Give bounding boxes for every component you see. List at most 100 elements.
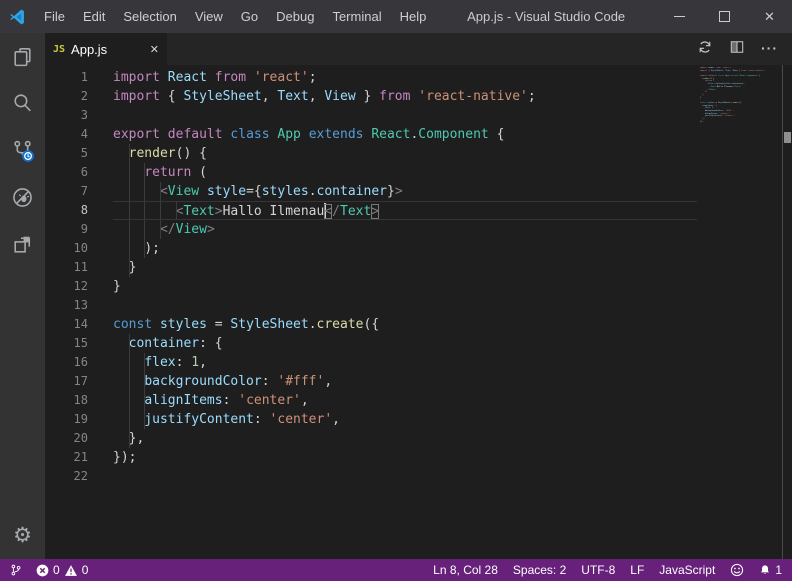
indent-guide (160, 220, 161, 239)
code-line[interactable]: }); (113, 448, 697, 467)
editor-actions: ··· (697, 33, 792, 65)
window-minimize-button[interactable] (657, 0, 702, 33)
status-cursor-position[interactable]: Ln 8, Col 28 (433, 563, 498, 577)
warning-icon (64, 564, 78, 577)
code-line[interactable]: flex: 1, (113, 353, 697, 372)
code-line[interactable]: <View style={styles.container}> (113, 182, 697, 201)
statusbar-right: Ln 8, Col 28 Spaces: 2 UTF-8 LF JavaScript 1 (433, 563, 782, 577)
indent-guide (129, 182, 130, 201)
status-notifications[interactable]: 1 (759, 563, 782, 577)
indent-guide (144, 220, 145, 239)
status-errors[interactable]: 0 (36, 563, 60, 577)
status-git-branch[interactable] (10, 563, 22, 577)
menubar: FileEditSelectionViewGoDebugTerminalHelp (35, 0, 435, 33)
menu-item-file[interactable]: File (35, 0, 74, 33)
code-line[interactable] (113, 106, 697, 125)
minimap[interactable]: import React from 'react';import { Style… (700, 67, 783, 126)
code-line[interactable]: <Text>Hallo Ilmenau</Text> (113, 201, 697, 220)
code-line[interactable]: return ( (113, 163, 697, 182)
code-line[interactable]: const styles = StyleSheet.create({ (113, 315, 697, 334)
status-encoding[interactable]: UTF-8 (581, 563, 615, 577)
indent-guide (144, 410, 145, 429)
line-number: 16 (45, 353, 113, 372)
vscode-logo-icon (8, 8, 26, 26)
line-number: 17 (45, 372, 113, 391)
overview-cursor-marker (784, 132, 791, 143)
line-number: 6 (45, 163, 113, 182)
tab-appjs[interactable]: JS App.js ✕ (45, 33, 167, 65)
code-line[interactable]: ); (113, 239, 697, 258)
window-title: App.js - Visual Studio Code (435, 9, 657, 24)
line-number: 4 (45, 125, 113, 144)
menu-item-edit[interactable]: Edit (74, 0, 114, 33)
indent-guide (129, 391, 130, 410)
code-line[interactable]: import React from 'react'; (113, 68, 697, 87)
indent-guide (129, 220, 130, 239)
activitybar-explorer-icon[interactable] (0, 33, 45, 80)
window-controls: ✕ (657, 0, 792, 33)
menu-item-view[interactable]: View (186, 0, 232, 33)
code-line[interactable]: }, (113, 429, 697, 448)
line-number: 12 (45, 277, 113, 296)
activitybar-debug-icon[interactable] (0, 174, 45, 221)
code-line[interactable]: container: { (113, 334, 697, 353)
menu-item-debug[interactable]: Debug (267, 0, 323, 33)
editor: 1import React from 'react';2import { Sty… (45, 65, 792, 559)
indent-guide (144, 239, 145, 258)
menu-item-selection[interactable]: Selection (114, 0, 185, 33)
tabbar: JS App.js ✕ ··· (45, 33, 792, 65)
status-warnings[interactable]: 0 (64, 563, 89, 577)
menu-item-terminal[interactable]: Terminal (323, 0, 390, 33)
code-line[interactable]: justifyContent: 'center', (113, 410, 697, 429)
split-editor-icon[interactable] (729, 40, 745, 59)
status-indentation[interactable]: Spaces: 2 (513, 563, 566, 577)
code-line[interactable]: backgroundColor: '#fff', (113, 372, 697, 391)
indent-guide (129, 410, 130, 429)
code-line[interactable]: } (113, 277, 697, 296)
status-language-mode[interactable]: JavaScript (659, 563, 715, 577)
line-number: 13 (45, 296, 113, 315)
activitybar-search-icon[interactable] (0, 80, 45, 127)
tab-label: App.js (71, 42, 107, 57)
line-number: 18 (45, 391, 113, 410)
activitybar-extensions-icon[interactable] (0, 221, 45, 268)
line-number: 21 (45, 448, 113, 467)
indent-guide (129, 372, 130, 391)
status-feedback-smiley[interactable] (730, 563, 744, 577)
window-maximize-button[interactable] (702, 0, 747, 33)
branch-icon (10, 563, 22, 577)
tab-close-icon[interactable]: ✕ (150, 43, 159, 56)
line-number: 19 (45, 410, 113, 429)
code-line[interactable] (113, 296, 697, 315)
code-line[interactable]: export default class App extends React.C… (113, 125, 697, 144)
window-close-button[interactable]: ✕ (747, 0, 792, 33)
statusbar-left: 00 (10, 563, 88, 577)
menu-item-go[interactable]: Go (232, 0, 267, 33)
activitybar-source-control-icon[interactable] (0, 127, 45, 174)
menu-item-help[interactable]: Help (391, 0, 436, 33)
indent-guide (144, 163, 145, 182)
titlebar: FileEditSelectionViewGoDebugTerminalHelp… (0, 0, 792, 33)
more-actions-icon[interactable]: ··· (761, 40, 778, 58)
overview-ruler[interactable] (782, 65, 792, 559)
indent-guide (129, 163, 130, 182)
code-line[interactable]: alignItems: 'center', (113, 391, 697, 410)
line-number: 11 (45, 258, 113, 277)
line-number: 14 (45, 315, 113, 334)
code-line[interactable] (113, 467, 697, 486)
line-number: 3 (45, 106, 113, 125)
problems-group[interactable]: 00 (36, 563, 88, 577)
code-line[interactable]: </View> (113, 220, 697, 239)
code-area: 1import React from 'react';2import { Sty… (45, 68, 697, 486)
indent-guide (144, 391, 145, 410)
code-line[interactable]: import { StyleSheet, Text, View } from '… (113, 87, 697, 106)
line-number: 5 (45, 144, 113, 163)
code-line[interactable]: render() { (113, 144, 697, 163)
activitybar-settings-icon[interactable]: ⚙ (0, 512, 45, 559)
code-line[interactable]: } (113, 258, 697, 277)
line-number: 22 (45, 467, 113, 486)
sync-changes-icon[interactable] (697, 39, 713, 60)
error-icon (36, 564, 49, 577)
statusbar: 00 Ln 8, Col 28 Spaces: 2 UTF-8 LF JavaScrip… (0, 559, 792, 581)
status-eol[interactable]: LF (630, 563, 644, 577)
